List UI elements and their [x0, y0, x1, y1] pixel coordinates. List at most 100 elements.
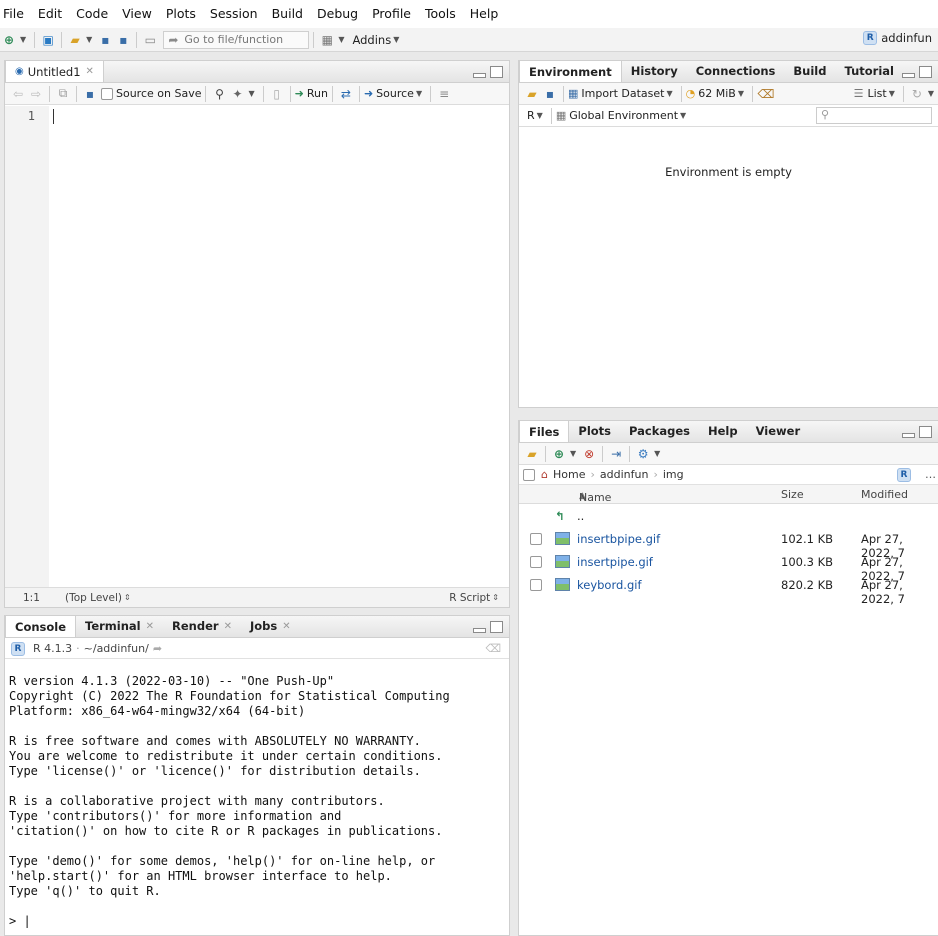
- save-all-icon[interactable]: ▪: [114, 31, 132, 49]
- tab-render[interactable]: Render ✕: [163, 615, 241, 637]
- close-icon[interactable]: ✕: [86, 66, 94, 77]
- table-row[interactable]: keybord.gif 820.2 KB Apr 27, 2022, 7: [519, 574, 938, 606]
- show-in-window-icon[interactable]: ⧉: [54, 85, 72, 103]
- home-icon[interactable]: ⌂: [541, 468, 548, 481]
- memory-usage-button[interactable]: ◔ 62 MiB ▼: [686, 87, 748, 100]
- close-icon[interactable]: ✕: [224, 621, 232, 632]
- close-icon[interactable]: ✕: [282, 621, 290, 632]
- tab-connections[interactable]: Connections: [687, 60, 785, 82]
- file-name-link[interactable]: insertbpipe.gif: [577, 532, 660, 546]
- open-file-dropdown-icon[interactable]: ▼: [86, 35, 92, 44]
- back-arrow-icon[interactable]: ⇦: [9, 85, 27, 103]
- menu-build[interactable]: Build: [265, 0, 310, 28]
- pane-layout-dropdown-icon[interactable]: ▼: [338, 35, 344, 44]
- refresh-dropdown-icon[interactable]: ▼: [928, 89, 934, 98]
- save-icon[interactable]: ▪: [81, 85, 99, 103]
- more-dropdown-icon[interactable]: ▼: [654, 449, 660, 458]
- tab-terminal[interactable]: Terminal ✕: [76, 615, 163, 637]
- tab-history[interactable]: History: [622, 60, 687, 82]
- pane-layout-icon[interactable]: ▦: [318, 31, 336, 49]
- console-output[interactable]: R version 4.1.3 (2022-03-10) -- "One Pus…: [9, 674, 505, 929]
- menu-edit[interactable]: Edit: [31, 0, 69, 28]
- new-blank-file-dropdown-icon[interactable]: ▼: [570, 449, 576, 458]
- tab-jobs[interactable]: Jobs ✕: [241, 615, 300, 637]
- menu-view[interactable]: View: [115, 0, 159, 28]
- tab-console[interactable]: Console: [5, 615, 77, 637]
- row-checkbox[interactable]: [530, 579, 542, 591]
- new-file-dropdown-icon[interactable]: ▼: [20, 35, 26, 44]
- row-checkbox[interactable]: [530, 533, 542, 545]
- table-row[interactable]: insertbpipe.gif 102.1 KB Apr 27, 2022, 7: [519, 528, 938, 560]
- source-dropdown-icon[interactable]: ▼: [416, 89, 422, 98]
- new-folder-icon[interactable]: ▰: [523, 445, 541, 463]
- menu-session[interactable]: Session: [203, 0, 265, 28]
- menu-help[interactable]: Help: [463, 0, 506, 28]
- language-selector[interactable]: R ▼: [527, 109, 547, 122]
- tab-files[interactable]: Files: [519, 420, 570, 442]
- file-name-link[interactable]: keybord.gif: [577, 578, 642, 592]
- tab-untitled1[interactable]: ◉ Untitled1 ✕: [5, 60, 104, 82]
- forward-arrow-icon[interactable]: ⇨: [27, 85, 45, 103]
- search-icon[interactable]: ⚲: [210, 85, 228, 103]
- source-button[interactable]: ➜ Source ▼: [364, 87, 426, 100]
- environment-search-input[interactable]: ⚲: [816, 107, 932, 124]
- sort-size-column[interactable]: Size: [781, 488, 804, 501]
- view-mode-selector[interactable]: ☰ List ▼: [854, 87, 899, 100]
- filetype-selector[interactable]: R Script ⇕: [449, 592, 503, 604]
- menu-file[interactable]: File: [0, 0, 31, 28]
- menu-profile[interactable]: Profile: [365, 0, 418, 28]
- maximize-icon[interactable]: [919, 66, 932, 78]
- more-gear-icon[interactable]: ⚙: [634, 445, 652, 463]
- load-workspace-icon[interactable]: ▰: [523, 85, 541, 103]
- open-file-icon[interactable]: ▰: [66, 31, 84, 49]
- addins-menu[interactable]: Addins: [352, 33, 391, 47]
- parent-directory-row[interactable]: ↰ ..: [519, 505, 938, 528]
- run-button[interactable]: ➜ Run: [295, 87, 328, 100]
- menu-tools[interactable]: Tools: [418, 0, 463, 28]
- code-tools-wand-icon[interactable]: ✦: [228, 85, 246, 103]
- breadcrumb-img[interactable]: img: [663, 468, 684, 481]
- save-workspace-icon[interactable]: ▪: [541, 85, 559, 103]
- rerun-icon[interactable]: ⇄: [337, 85, 355, 103]
- file-name-link[interactable]: insertpipe.gif: [577, 555, 653, 569]
- maximize-icon[interactable]: [490, 66, 503, 78]
- more-path-icon[interactable]: …: [925, 468, 936, 481]
- menu-plots[interactable]: Plots: [159, 0, 203, 28]
- breadcrumb-home[interactable]: Home: [553, 468, 585, 481]
- outline-icon[interactable]: ≡: [435, 85, 453, 103]
- goto-directory-icon[interactable]: ➦: [153, 642, 162, 655]
- tab-plots[interactable]: Plots: [569, 420, 620, 442]
- project-menu[interactable]: R addinfun: [863, 31, 932, 45]
- delete-icon[interactable]: ⊗: [580, 445, 598, 463]
- minimize-icon[interactable]: [473, 628, 486, 633]
- global-environment-selector[interactable]: ▦ Global Environment ▼: [556, 109, 690, 122]
- minimize-icon[interactable]: [902, 73, 915, 78]
- maximize-icon[interactable]: [919, 426, 932, 438]
- menu-debug[interactable]: Debug: [310, 0, 365, 28]
- tab-help[interactable]: Help: [699, 420, 747, 442]
- close-icon[interactable]: ✕: [146, 621, 154, 632]
- refresh-icon[interactable]: ↻: [908, 85, 926, 103]
- select-all-checkbox[interactable]: [523, 468, 535, 481]
- breadcrumb-addinfun[interactable]: addinfun: [600, 468, 649, 481]
- clear-console-broom-icon[interactable]: ⌫: [485, 642, 501, 655]
- tab-build[interactable]: Build: [784, 60, 835, 82]
- tab-viewer[interactable]: Viewer: [747, 420, 810, 442]
- text-cursor[interactable]: [53, 109, 54, 124]
- source-on-save-checkbox[interactable]: [101, 87, 113, 100]
- import-dataset-button[interactable]: ▦ Import Dataset ▼: [568, 87, 677, 100]
- goto-file-function-input[interactable]: ➦ Go to file/function: [163, 30, 310, 49]
- maximize-icon[interactable]: [490, 621, 503, 633]
- minimize-icon[interactable]: [902, 433, 915, 438]
- compile-report-icon[interactable]: ▯: [268, 85, 286, 103]
- new-project-icon[interactable]: ▣: [39, 31, 57, 49]
- row-checkbox[interactable]: [530, 556, 542, 568]
- menu-code[interactable]: Code: [69, 0, 115, 28]
- addins-dropdown-icon[interactable]: ▼: [393, 35, 399, 44]
- code-tools-dropdown-icon[interactable]: ▼: [248, 89, 254, 98]
- tab-tutorial[interactable]: Tutorial: [835, 60, 902, 82]
- scope-selector[interactable]: (Top Level) ⇕: [65, 592, 135, 604]
- minimize-icon[interactable]: [473, 73, 486, 78]
- clear-broom-icon[interactable]: ⌫: [757, 85, 775, 103]
- tab-packages[interactable]: Packages: [620, 420, 699, 442]
